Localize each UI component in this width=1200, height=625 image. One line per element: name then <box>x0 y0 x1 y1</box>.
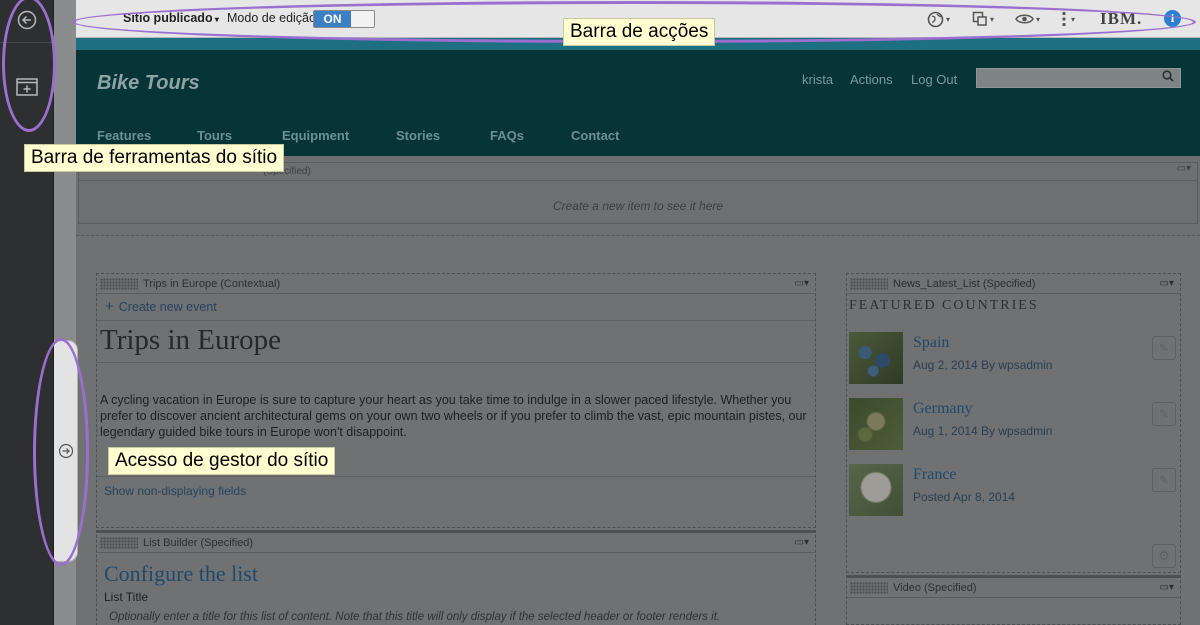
divider <box>97 362 815 363</box>
show-fields-link[interactable]: Show non-displaying fields <box>104 484 246 498</box>
portlet-menu-icon[interactable]: ▭▾ <box>1160 578 1174 598</box>
portlet-title: Trips in Europe (Contextual) <box>143 278 281 290</box>
news-item[interactable]: Spain Aug 2, 2014 By wpsadmin ✎ <box>847 332 1180 398</box>
portlet-header: Trips in Europe (Contextual) ▭▾ <box>97 274 815 294</box>
actions-link[interactable]: Actions <box>850 72 893 87</box>
drag-handle-icon[interactable] <box>850 582 888 594</box>
empty-message: Create a new item to see it here <box>552 199 724 213</box>
callout-site-toolbar: Barra de ferramentas do sítio <box>24 144 285 172</box>
configure-title: Configure the list <box>104 561 258 586</box>
portlet-header: List Builder (Specified) ▭▾ <box>97 533 815 553</box>
settings-gear-icon[interactable]: ⚙ <box>1152 544 1176 568</box>
list-title-label: List Title <box>104 590 149 604</box>
logout-link[interactable]: Log Out <box>911 72 957 87</box>
divider <box>97 476 815 477</box>
article-title: Trips in Europe <box>100 324 281 356</box>
news-title[interactable]: France <box>913 466 957 484</box>
portlet-menu-icon[interactable]: ▭▾ <box>795 533 809 553</box>
manager-tab-highlight <box>33 338 89 566</box>
portlet-header: Video (Specified) ▭▾ <box>847 578 1180 598</box>
drag-handle-icon[interactable] <box>100 278 138 290</box>
portlet-title: List Builder (Specified) <box>143 537 254 549</box>
video-portlet: Video (Specified) ▭▾ <box>846 575 1181 625</box>
create-event-button[interactable]: + Create new event <box>105 298 217 315</box>
plus-icon: + <box>105 298 114 315</box>
nav-features[interactable]: Features <box>97 128 151 143</box>
news-thumbnail <box>849 464 903 516</box>
site-toolbar-highlight <box>2 0 56 132</box>
article-body: A cycling vacation in Europe is sure to … <box>100 393 807 439</box>
news-title[interactable]: Germany <box>913 400 973 418</box>
search-icon[interactable] <box>1162 70 1174 85</box>
news-thumbnail <box>849 332 903 384</box>
portlet-menu-icon[interactable]: ▭▾ <box>795 274 809 294</box>
drag-handle-icon[interactable] <box>850 278 888 290</box>
news-item[interactable]: France Posted Apr 8, 2014 ✎ <box>847 464 1180 530</box>
section-title: FEATURED COUNTRIES <box>849 298 1039 313</box>
news-item[interactable]: Germany Aug 1, 2014 By wpsadmin ✎ <box>847 398 1180 464</box>
page-canvas: Bike Tours krista Actions Log Out Featur… <box>76 38 1200 625</box>
divider <box>97 320 815 321</box>
nav-contact[interactable]: Contact <box>571 128 619 143</box>
nav-faqs[interactable]: FAQs <box>490 128 524 143</box>
news-portlet: News_Latest_List (Specified) ▭▾ FEATURED… <box>846 273 1181 573</box>
site-brand[interactable]: Bike Tours <box>97 72 200 95</box>
portlet-menu-icon[interactable]: ▭▾ <box>1177 163 1191 174</box>
portlet-menu-icon[interactable]: ▭▾ <box>1160 274 1174 294</box>
screenshot: Sítio publicado ▾ Modo de edição ON ▾ ▾ … <box>0 0 1200 625</box>
nav-tours[interactable]: Tours <box>197 128 232 143</box>
callout-manager: Acesso de gestor do sítio <box>108 447 336 475</box>
search-input[interactable] <box>976 68 1181 88</box>
site-header: Bike Tours krista Actions Log Out Featur… <box>76 50 1200 156</box>
nav-stories[interactable]: Stories <box>396 128 440 143</box>
callout-action-bar: Barra de acções <box>563 18 716 46</box>
drag-handle-icon[interactable] <box>100 537 138 549</box>
portlet-header: News_Latest_List (Specified) ▭▾ <box>847 274 1180 294</box>
portlet-title: Video (Specified) <box>893 582 977 594</box>
news-meta: Aug 1, 2014 By wpsadmin <box>913 424 1053 438</box>
news-thumbnail <box>849 398 903 450</box>
list-title-hint: Optionally enter a title for this list o… <box>109 611 721 623</box>
list-builder-portlet: List Builder (Specified) ▭▾ Configure th… <box>96 530 816 625</box>
edit-pencil-icon[interactable]: ✎ <box>1152 336 1176 360</box>
portlet-title: News_Latest_List (Specified) <box>893 278 1036 290</box>
news-meta: Posted Apr 8, 2014 <box>913 490 1016 504</box>
side-column: News_Latest_List (Specified) ▭▾ FEATURED… <box>846 273 1181 625</box>
nav-equipment[interactable]: Equipment <box>282 128 349 143</box>
edit-pencil-icon[interactable]: ✎ <box>1152 402 1176 426</box>
news-meta: Aug 2, 2014 By wpsadmin <box>913 358 1053 372</box>
edit-pencil-icon[interactable]: ✎ <box>1152 468 1176 492</box>
user-link[interactable]: krista <box>802 72 833 87</box>
trips-portlet: Trips in Europe (Contextual) ▭▾ + Create … <box>96 273 816 528</box>
create-event-label: Create new event <box>118 300 217 314</box>
news-title[interactable]: Spain <box>913 334 949 352</box>
